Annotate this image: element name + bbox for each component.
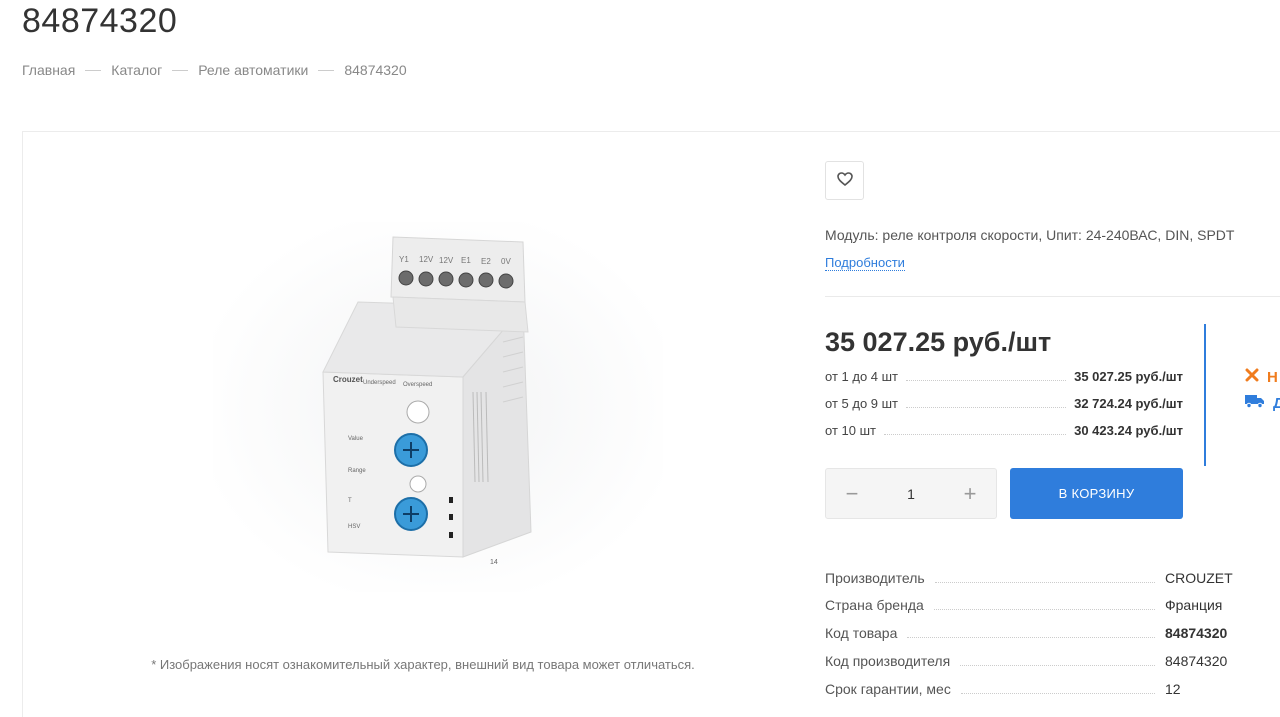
product-image[interactable]: Y1 12V 12V E1 E2 0V Crouzet Underspeed O… <box>213 222 663 592</box>
spec-value: 84874320 <box>1165 625 1228 641</box>
price-tier: от 10 шт 30 423.24 руб./шт <box>825 420 1183 440</box>
page-title: 84874320 <box>22 2 178 40</box>
availability-text: Н <box>1267 368 1278 386</box>
truck-icon <box>1245 394 1265 412</box>
spec-value: CROUZET <box>1165 570 1233 586</box>
spec-row: Срок гарантии, мес 12 <box>825 679 1245 699</box>
add-to-cart-button[interactable]: В КОРЗИНУ <box>1010 468 1183 519</box>
brand-label: Crouzet <box>333 375 363 384</box>
dotted-leader <box>906 371 1067 381</box>
breadcrumb-catalog[interactable]: Каталог <box>111 62 162 78</box>
price-tier: от 5 до 9 шт 32 724.24 руб./шт <box>825 393 1183 413</box>
delivery-status: Д <box>1245 394 1280 412</box>
price-tier-value: 30 423.24 руб./шт <box>1074 422 1183 438</box>
heart-icon <box>836 172 853 189</box>
spec-value: Франция <box>1165 597 1223 613</box>
price-tier-label: от 10 шт <box>825 422 876 438</box>
availability-status: Н <box>1245 368 1278 386</box>
breadcrumb-separator <box>318 69 335 71</box>
decrease-button[interactable]: − <box>826 469 878 518</box>
dotted-leader <box>960 684 1155 694</box>
short-description: Модуль: реле контроля скорости, Uпит: 24… <box>825 227 1235 243</box>
spec-label: Срок гарантии, мес <box>825 681 951 697</box>
spec-label: Производитель <box>825 570 925 586</box>
price-tier-value: 32 724.24 руб./шт <box>1074 395 1183 411</box>
price-main: 35 027.25 руб./шт <box>825 327 1052 357</box>
model-label: HSV <box>348 524 360 530</box>
terminal-label: 12V <box>439 256 454 265</box>
price-tier-value: 35 027.25 руб./шт <box>1074 368 1183 384</box>
delivery-text: Д <box>1273 394 1280 412</box>
terminal-label: E2 <box>481 257 491 266</box>
dotted-leader <box>883 425 1067 435</box>
close-icon <box>1245 368 1259 386</box>
favorite-button[interactable] <box>825 161 864 200</box>
price-tier-label: от 1 до 4 шт <box>825 368 899 384</box>
product-card: Y1 12V 12V E1 E2 0V Crouzet Underspeed O… <box>22 131 1280 717</box>
divider <box>825 296 1280 297</box>
terminal-label: 0V <box>501 257 511 266</box>
spec-row: Страна бренда Франция <box>825 595 1245 615</box>
dotted-leader <box>934 573 1155 583</box>
quantity-stepper: − + <box>825 468 997 519</box>
terminal-label: E1 <box>461 256 471 265</box>
spec-row: Код производителя 84874320 <box>825 651 1245 671</box>
dotted-leader <box>907 628 1155 638</box>
dotted-leader <box>906 398 1067 408</box>
price-panel-divider <box>1204 324 1206 466</box>
overspeed-label: Overspeed <box>403 382 432 388</box>
terminal-label: 12V <box>419 255 434 264</box>
increase-button[interactable]: + <box>944 469 996 518</box>
quantity-input[interactable] <box>881 478 941 509</box>
breadcrumb-current: 84874320 <box>344 62 407 78</box>
spec-label: Код производителя <box>825 653 951 669</box>
breadcrumb: Главная Каталог Реле автоматики 84874320 <box>22 62 407 78</box>
details-link[interactable]: Подробности <box>825 255 905 271</box>
breadcrumb-separator <box>172 69 189 71</box>
underspeed-label: Underspeed <box>363 380 396 386</box>
price-tier-label: от 5 до 9 шт <box>825 395 899 411</box>
spec-label: Страна бренда <box>825 597 924 613</box>
spec-value: 84874320 <box>1165 653 1228 669</box>
dotted-leader <box>933 600 1155 610</box>
spec-label: Код товара <box>825 625 898 641</box>
breadcrumb-separator <box>85 69 102 71</box>
terminal-label: Y1 <box>399 255 409 264</box>
breadcrumb-category[interactable]: Реле автоматики <box>198 62 308 78</box>
spec-row: Код товара 84874320 <box>825 623 1245 643</box>
price-tier: от 1 до 4 шт 35 027.25 руб./шт <box>825 366 1183 386</box>
breadcrumb-home[interactable]: Главная <box>22 62 75 78</box>
image-disclaimer: * Изображения носят ознакомительный хара… <box>151 657 695 672</box>
bottom-terminal-label: 14 <box>490 559 498 566</box>
spec-row: Производитель CROUZET <box>825 568 1245 588</box>
t-label: T <box>348 498 352 504</box>
value-label: Value <box>348 436 364 442</box>
range-label: Range <box>348 468 366 474</box>
spec-value: 12 <box>1165 681 1181 697</box>
dotted-leader <box>960 656 1155 666</box>
